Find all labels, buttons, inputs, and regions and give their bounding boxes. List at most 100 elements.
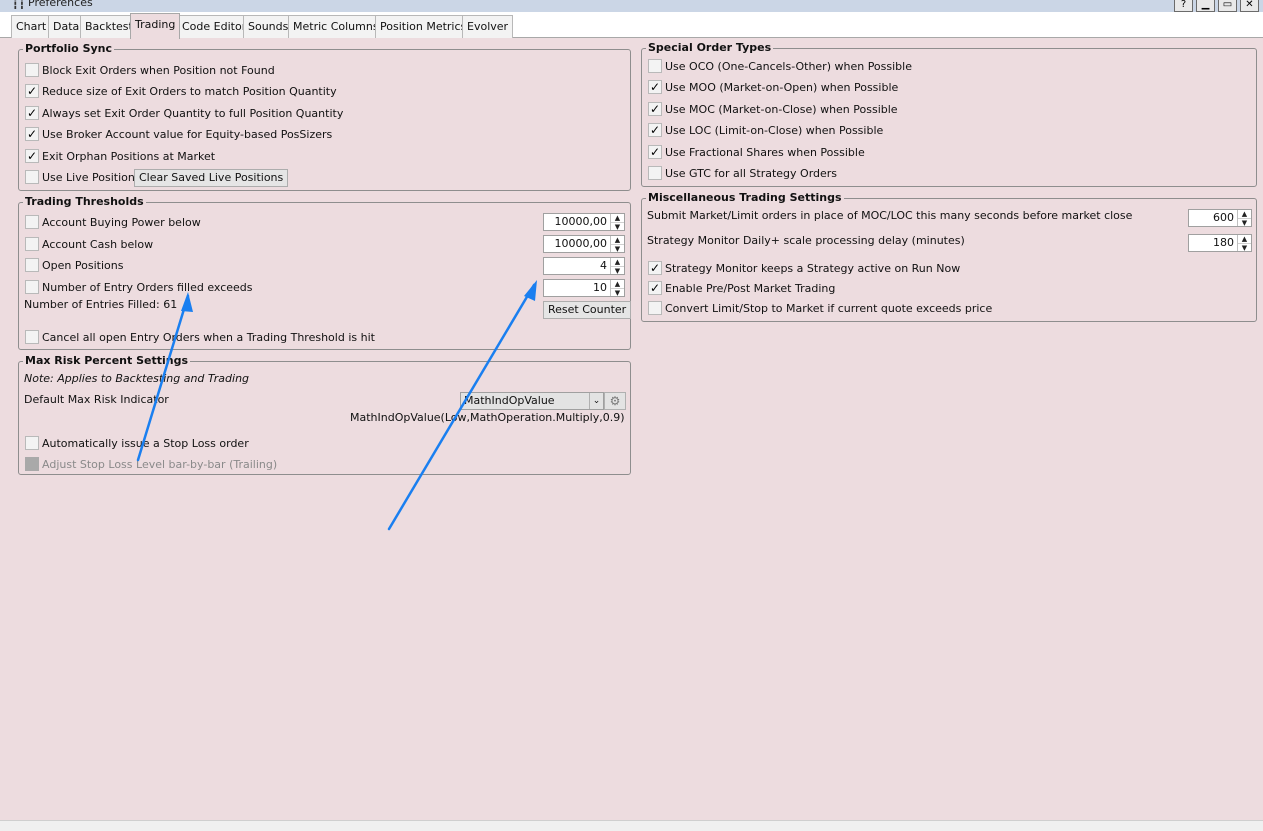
trading-thresholds-group: Trading Thresholds Account Buying Power … [18,195,632,350]
checkbox[interactable] [25,330,39,344]
convert-limit-stop-option[interactable]: Convert Limit/Stop to Market if current … [648,299,992,317]
checkbox[interactable]: ✓ [25,106,39,120]
spin-up-icon[interactable]: ▲ [611,280,624,288]
spin-up-icon[interactable]: ▲ [611,236,624,244]
maximize-button[interactable]: ▭ [1218,0,1237,12]
use-moo-option[interactable]: ✓ Use MOO (Market-on-Open) when Possible [648,78,898,96]
cancel-entry-orders-option[interactable]: Cancel all open Entry Orders when a Trad… [25,328,375,346]
tab-evolver[interactable]: Evolver [462,15,514,38]
tab-code-editor[interactable]: Code Editor [177,15,252,38]
tab-strip: Chart Data Backtest Trading Code Editor … [0,12,1263,39]
window-title: Preferences [28,0,93,9]
open-positions-input[interactable]: 4 ▲ ▼ [543,257,625,275]
submit-seconds-label: Submit Market/Limit orders in place of M… [647,209,1133,222]
chevron-down-icon[interactable]: ⌄ [589,393,603,409]
trailing-stop-option: Adjust Stop Loss Level bar-by-bar (Trail… [25,455,277,473]
max-risk-note: Note: Applies to Backtesting and Trading [24,372,250,385]
spin-up-icon[interactable]: ▲ [611,258,624,266]
pre-post-market-option[interactable]: ✓ Enable Pre/Post Market Trading [648,279,835,297]
minimize-button[interactable]: ▁ [1196,0,1215,12]
spin-down-icon[interactable]: ▼ [1238,218,1251,227]
window-title-bar: ┇┇ Preferences ? ▁ ▭ ✕ [0,0,1263,12]
checkbox[interactable]: ✓ [25,84,39,98]
checkbox[interactable] [25,215,39,229]
tab-data[interactable]: Data [48,15,85,38]
stepper[interactable]: ▲ ▼ [610,280,624,297]
account-cash-threshold-option[interactable]: Account Cash below [25,235,153,253]
buying-power-threshold-option[interactable]: Account Buying Power below [25,213,201,231]
entry-orders-input[interactable]: 10 ▲ ▼ [543,279,625,297]
checkbox[interactable] [25,258,39,272]
entries-filled-count: Number of Entries Filled: 61 [24,298,178,311]
checkbox[interactable]: ✓ [648,261,662,275]
checkbox[interactable]: ✓ [648,80,662,94]
misc-trading-settings-group: Miscellaneous Trading Settings Submit Ma… [641,191,1257,322]
keep-strategy-active-option[interactable]: ✓ Strategy Monitor keeps a Strategy acti… [648,259,960,277]
full-position-quantity-option[interactable]: ✓ Always set Exit Order Quantity to full… [25,104,343,122]
checkbox[interactable] [648,59,662,73]
tab-position-metrics[interactable]: Position Metrics [375,15,472,38]
group-title: Trading Thresholds [23,195,146,208]
use-loc-option[interactable]: ✓ Use LOC (Limit-on-Close) when Possible [648,121,883,139]
use-gtc-option[interactable]: Use GTC for all Strategy Orders [648,164,837,182]
stepper[interactable]: ▲ ▼ [610,258,624,275]
broker-account-equity-option[interactable]: ✓ Use Broker Account value for Equity-ba… [25,125,332,143]
group-title: Max Risk Percent Settings [23,354,190,367]
indicator-expression: MathIndOpValue(Low,MathOperation.Multipl… [350,411,625,424]
stepper[interactable]: ▲ ▼ [1237,235,1251,252]
tab-metric-columns[interactable]: Metric Columns [288,15,384,38]
checkbox[interactable] [648,166,662,180]
submit-seconds-input[interactable]: 600 ▲ ▼ [1188,209,1252,227]
block-exit-orders-option[interactable]: Block Exit Orders when Position not Foun… [25,61,275,79]
group-title: Miscellaneous Trading Settings [646,191,844,204]
spin-down-icon[interactable]: ▼ [611,244,624,253]
help-button[interactable]: ? [1174,0,1193,12]
open-positions-threshold-option[interactable]: Open Positions [25,256,123,274]
checkbox[interactable] [25,237,39,251]
max-risk-indicator-select[interactable]: MathIndOpValue ⌄ [460,392,604,410]
stepper[interactable]: ▲ ▼ [1237,210,1251,227]
spin-down-icon[interactable]: ▼ [611,222,624,231]
reset-counter-button[interactable]: Reset Counter [543,301,632,319]
reduce-exit-size-option[interactable]: ✓ Reduce size of Exit Orders to match Po… [25,82,337,100]
use-live-positions-option[interactable]: Use Live Positions [25,168,141,186]
checkbox[interactable] [648,301,662,315]
checkbox[interactable] [25,63,39,77]
checkbox[interactable]: ✓ [648,145,662,159]
clear-saved-live-positions-button[interactable]: Clear Saved Live Positions [134,169,289,187]
processing-delay-input[interactable]: 180 ▲ ▼ [1188,234,1252,252]
entry-orders-threshold-option[interactable]: Number of Entry Orders filled exceeds [25,278,253,296]
special-order-types-group: Special Order Types Use OCO (One-Cancels… [641,41,1257,187]
gear-icon[interactable]: ⚙ [604,392,626,410]
checkbox[interactable]: ✓ [25,127,39,141]
tab-sounds[interactable]: Sounds [243,15,294,38]
buying-power-input[interactable]: 10000,00 ▲ ▼ [543,213,625,231]
stepper[interactable]: ▲ ▼ [610,214,624,231]
window-controls: ? ▁ ▭ ✕ [1174,0,1259,12]
stepper[interactable]: ▲ ▼ [610,236,624,253]
group-title: Special Order Types [646,41,774,54]
use-moc-option[interactable]: ✓ Use MOC (Market-on-Close) when Possibl… [648,100,898,118]
checkbox[interactable] [25,436,39,450]
spin-up-icon[interactable]: ▲ [1238,235,1251,243]
spin-up-icon[interactable]: ▲ [611,214,624,222]
checkbox[interactable]: ✓ [648,102,662,116]
exit-orphan-positions-option[interactable]: ✓ Exit Orphan Positions at Market [25,147,215,165]
checkbox[interactable]: ✓ [25,149,39,163]
auto-stop-loss-option[interactable]: Automatically issue a Stop Loss order [25,434,249,452]
close-button[interactable]: ✕ [1240,0,1259,12]
checkbox[interactable]: ✓ [648,123,662,137]
checkbox[interactable] [25,280,39,294]
spin-down-icon[interactable]: ▼ [1238,243,1251,252]
tab-chart[interactable]: Chart [11,15,52,38]
spin-up-icon[interactable]: ▲ [1238,210,1251,218]
checkbox [25,457,39,471]
checkbox[interactable]: ✓ [648,281,662,295]
spin-down-icon[interactable]: ▼ [611,266,624,275]
tab-trading[interactable]: Trading [130,13,181,39]
checkbox[interactable] [25,170,39,184]
spin-down-icon[interactable]: ▼ [611,288,624,297]
use-fractional-shares-option[interactable]: ✓ Use Fractional Shares when Possible [648,143,865,161]
use-oco-option[interactable]: Use OCO (One-Cancels-Other) when Possibl… [648,57,912,75]
account-cash-input[interactable]: 10000,00 ▲ ▼ [543,235,625,253]
